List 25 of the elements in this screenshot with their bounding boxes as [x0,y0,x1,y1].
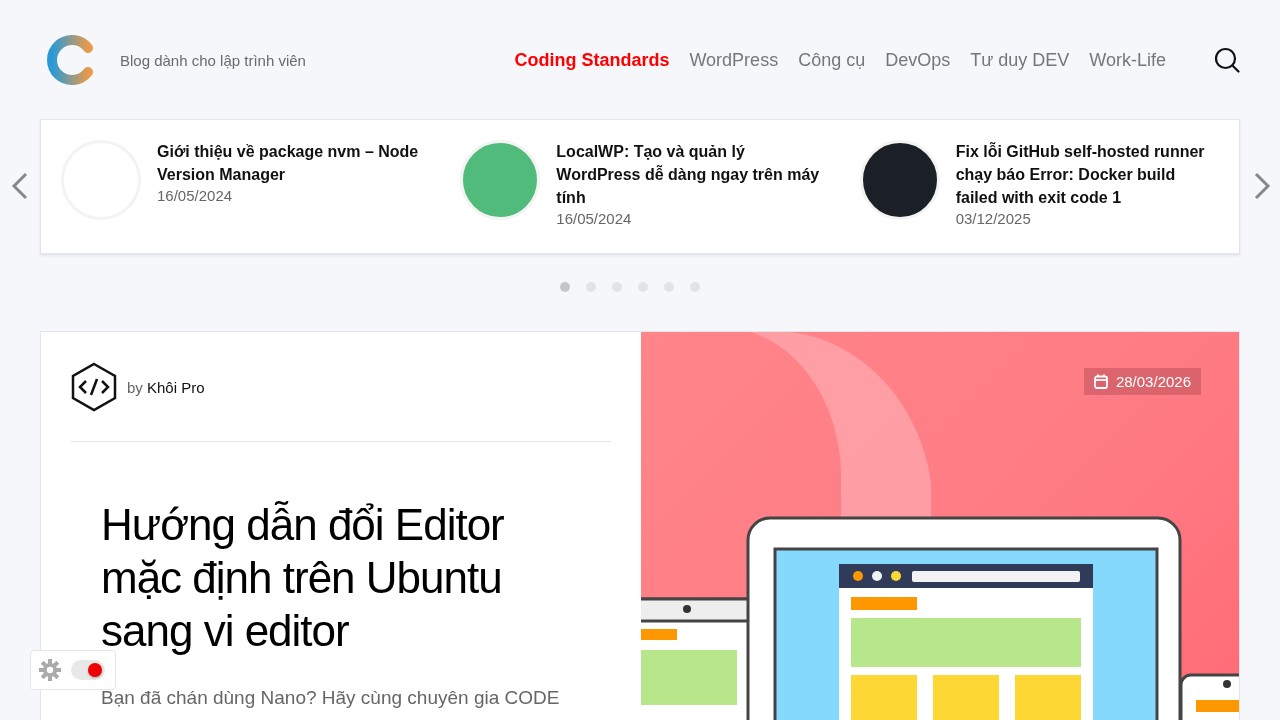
search-icon[interactable] [1214,47,1240,73]
nav-link[interactable]: Tư duy DEV [970,49,1070,71]
gear-icon[interactable] [39,659,61,681]
post-date: 16/05/2024 [157,187,234,204]
post-title-link[interactable]: LocalWP: Tạo và quản lý WordPress dễ dàng ngay trên máy tính [556,140,820,209]
nav-link[interactable]: DevOps [885,49,951,71]
calendar-icon [1093,374,1108,389]
site-tagline: Blog dành cho lập trình viên [120,51,306,69]
date-text: 28/03/2026 [1115,373,1191,390]
slider-dot[interactable] [560,282,570,292]
chevron-left-icon[interactable] [10,171,30,201]
chevron-right-icon[interactable] [1252,171,1272,201]
nav-link[interactable]: Coding Standards [514,49,670,71]
post-excerpt: Bạn đã chán dùng Nano? Hãy cùng chuyên gia CODE [101,687,561,709]
nav-link[interactable]: Công cụ [798,49,866,71]
post-heading[interactable]: Hướng dẫn đổi Editor mặc định trên Ubuntu sang vi editor [101,498,591,657]
post-title-link[interactable]: Fix lỗi GitHub self-hosted runner chạy báo Error: Docker build failed with exit code 1 [955,140,1219,209]
code-hexagon-icon [71,362,117,412]
author-byline: by Khôi Pro [127,378,205,396]
nav-link[interactable]: WordPress [689,49,779,71]
post-date: 03/12/2025 [955,210,1032,227]
nav-link[interactable]: Work-Life [1089,49,1166,71]
toggle-switch[interactable] [71,660,105,680]
post-title-link[interactable]: Giới thiệu về package nvm – Node Version Manager [157,140,421,186]
post-date: 16/05/2024 [556,210,633,227]
